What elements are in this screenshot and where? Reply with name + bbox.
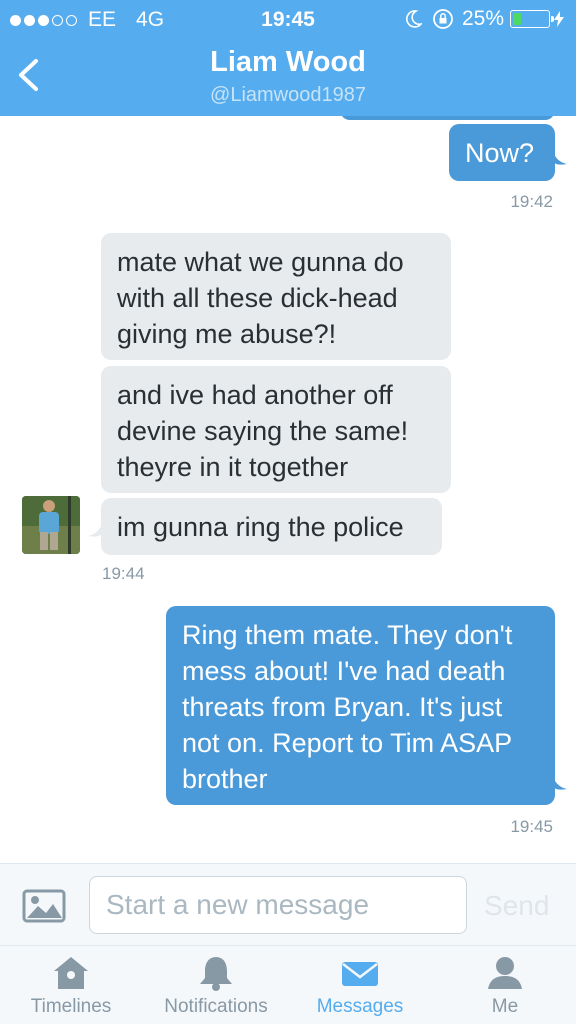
person-icon [488,957,522,989]
tab-messages[interactable]: Messages [305,946,415,1024]
rotation-lock-icon [433,9,453,29]
send-button[interactable]: Send [484,890,549,922]
message-bubble-incoming[interactable]: mate what we gunna do with all these dic… [101,233,451,360]
conversation-handle: @Liamwood1987 [210,84,366,106]
status-right: 25% [406,7,564,31]
conversation-title[interactable]: Liam Wood [0,46,576,79]
message-bubble-outgoing[interactable]: Now? [449,124,555,181]
home-icon [54,957,88,989]
battery-percent: 25% [461,7,504,30]
tab-label: Me [491,996,519,1017]
message-text: mate what we gunna do with all these dic… [117,247,404,349]
bell-icon [200,957,232,991]
tab-label: Notifications [164,996,268,1017]
message-composer: Send [0,863,576,945]
photo-icon[interactable] [22,889,66,923]
tab-notifications[interactable]: Notifications [153,946,279,1024]
message-thread[interactable]: Now? 19:42 mate what we gunna do with al… [0,116,576,863]
tab-timelines[interactable]: Timelines [12,946,130,1024]
bubble-tail [553,777,567,790]
tab-bar: Timelines Notifications Messages Me [0,945,576,1024]
message-text: Ring them mate. They don't mess about! I… [182,620,513,794]
bubble-tail [88,524,102,537]
previous-message-edge [340,116,555,120]
message-timestamp: 19:45 [510,817,553,836]
message-bubble-outgoing[interactable]: Ring them mate. They don't mess about! I… [166,606,555,805]
envelope-icon [342,962,378,986]
moon-icon [406,10,422,28]
message-bubble-incoming[interactable]: and ive had another off devine saying th… [101,366,451,493]
message-text: im gunna ring the police [117,512,404,542]
top-bar: EE 4G 19:45 25% Liam Wood @Liamwood1987 [0,0,576,116]
avatar[interactable] [22,496,80,554]
tab-me[interactable]: Me [465,946,545,1024]
tab-label: Messages [316,996,404,1017]
message-text: and ive had another off devine saying th… [117,380,409,482]
status-bar: EE 4G 19:45 25% [0,0,576,40]
message-timestamp: 19:44 [102,564,145,583]
message-bubble-incoming[interactable]: im gunna ring the police [101,498,442,555]
bubble-tail [553,152,567,165]
battery-icon [510,10,554,28]
charging-bolt-icon [554,11,564,27]
tab-label: Timelines [30,996,112,1017]
message-text: Now? [465,138,535,168]
message-input[interactable] [89,876,467,934]
message-timestamp: 19:42 [510,192,553,211]
